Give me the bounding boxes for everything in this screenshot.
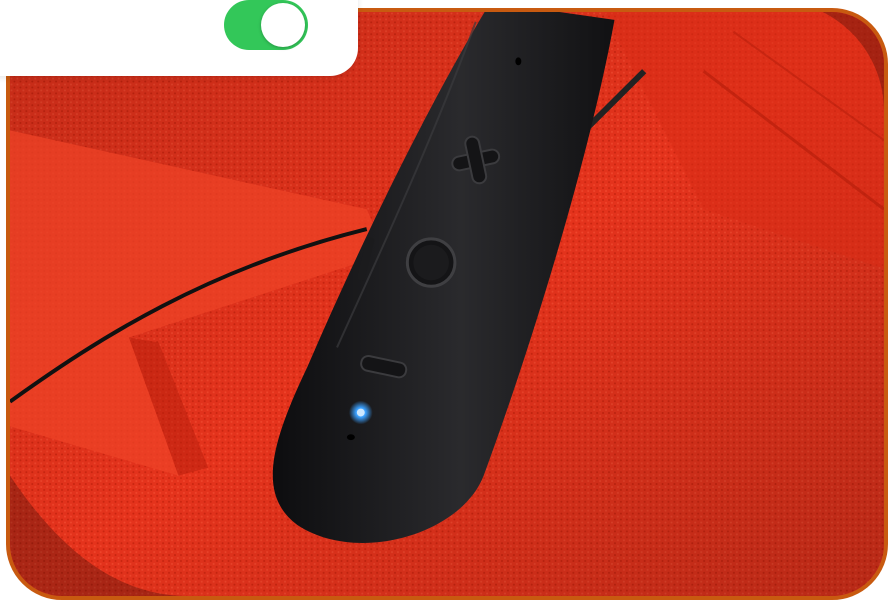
mic-hole-bottom (346, 434, 355, 441)
mic-hole-top (515, 57, 522, 66)
screen (0, 0, 894, 601)
circle-button-icon[interactable] (405, 237, 457, 288)
headset-photo (10, 12, 884, 596)
toggle-knob (261, 3, 305, 47)
settings-card (0, 0, 358, 76)
toggle-switch[interactable] (224, 0, 308, 50)
photo-card (6, 8, 888, 600)
